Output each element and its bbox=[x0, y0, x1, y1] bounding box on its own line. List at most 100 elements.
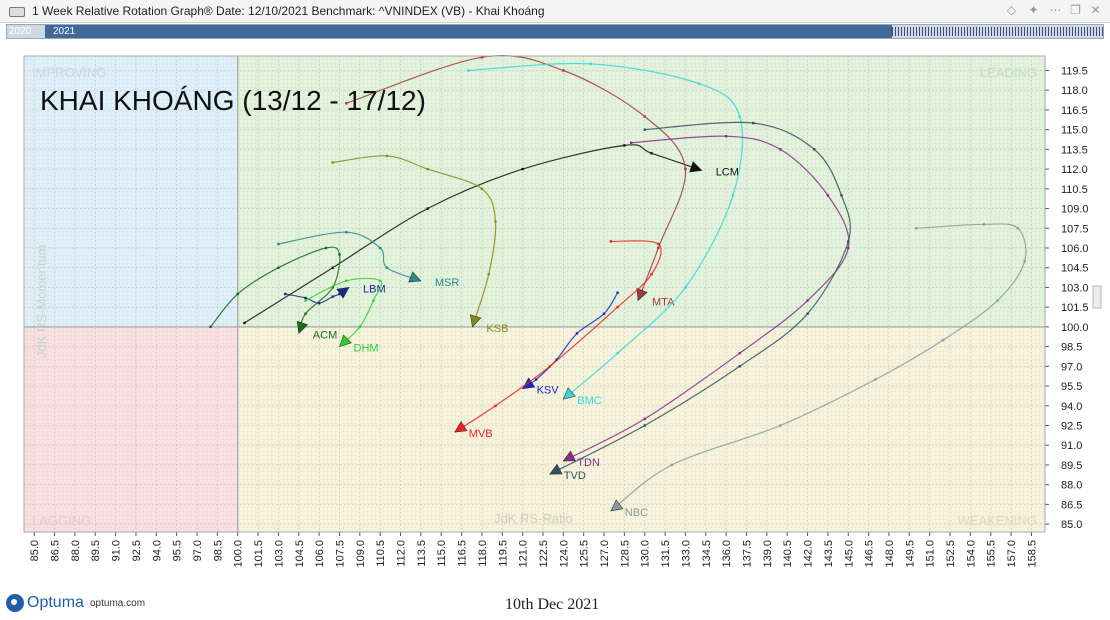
right-edge-handle[interactable] bbox=[1092, 285, 1102, 309]
chart-title: KHAI KHOÁNG (13/12 - 17/12) bbox=[40, 85, 426, 116]
y-tick-label: 118.0 bbox=[1061, 85, 1088, 97]
y-tick-label: 91.0 bbox=[1061, 440, 1082, 452]
x-tick-label: 125.5 bbox=[579, 540, 591, 568]
quadrant-label-leading: LEADING bbox=[980, 65, 1037, 80]
pin-icon[interactable]: ◇ bbox=[1004, 3, 1019, 18]
tail-point-bmc bbox=[697, 82, 701, 85]
tail-point-acm bbox=[324, 246, 328, 250]
tail-point-lbm bbox=[331, 295, 334, 298]
x-tick-label: 137.5 bbox=[742, 540, 754, 568]
window-dash-icon[interactable]: ⋯ bbox=[1048, 3, 1063, 18]
tail-point-tvd bbox=[813, 148, 816, 151]
tail-point-dhm bbox=[304, 299, 307, 302]
tail-point-nbc bbox=[914, 227, 918, 230]
y-tick-label: 85.0 bbox=[1061, 519, 1082, 531]
tail-point-nbc bbox=[1016, 227, 1020, 230]
y-tick-label: 106.0 bbox=[1061, 243, 1089, 255]
x-tick-label: 146.5 bbox=[864, 540, 876, 568]
x-tick-label: 106.0 bbox=[314, 540, 326, 568]
series-label-ksb: KSB bbox=[486, 323, 508, 335]
y-tick-label: 103.0 bbox=[1061, 282, 1089, 294]
x-tick-label: 115.0 bbox=[436, 540, 448, 567]
x-tick-label: 101.5 bbox=[253, 540, 265, 568]
tail-point-tvd bbox=[806, 312, 809, 315]
tail-point-tdn bbox=[806, 299, 809, 302]
tail-point-bmc bbox=[731, 194, 735, 197]
x-tick-label: 95.5 bbox=[172, 540, 184, 561]
series-label-tvd: TVD bbox=[564, 470, 586, 482]
y-tick-label: 89.5 bbox=[1061, 460, 1082, 472]
timeline-year-2021: 2021 bbox=[53, 26, 76, 37]
series-label-lcm: LCM bbox=[716, 166, 739, 178]
tail-point-lbm bbox=[304, 296, 307, 300]
tail-point-mvb bbox=[548, 365, 551, 368]
tail-point-nbc bbox=[1023, 259, 1026, 263]
x-tick-label: 155.5 bbox=[986, 540, 998, 568]
tail-point-tvd bbox=[643, 424, 646, 427]
tail-point-lcm bbox=[521, 167, 524, 171]
x-tick-label: 113.5 bbox=[416, 540, 428, 567]
x-tick-label: 112.0 bbox=[396, 540, 408, 567]
tail-point-mvb bbox=[650, 273, 653, 276]
tail-point-tvd bbox=[738, 365, 741, 368]
y-tick-label: 95.5 bbox=[1061, 381, 1082, 393]
x-tick-label: 145.0 bbox=[843, 540, 855, 568]
y-tick-label: 104.5 bbox=[1061, 263, 1089, 275]
timeline-scrollbar[interactable]: 2020 2021 bbox=[6, 24, 1104, 39]
tail-point-lcm bbox=[623, 144, 626, 147]
tail-point-tvd bbox=[847, 240, 850, 243]
tail-point-bmc bbox=[684, 286, 687, 289]
tail-point-bmc bbox=[589, 62, 592, 66]
tail-point-nbc bbox=[982, 223, 986, 226]
x-tick-label: 89.5 bbox=[90, 540, 102, 561]
tail-point-tdn bbox=[724, 135, 728, 138]
x-tick-label: 130.0 bbox=[640, 540, 652, 568]
tail-point-acm bbox=[236, 292, 239, 296]
x-tick-label: 94.0 bbox=[151, 540, 163, 561]
y-tick-label: 116.5 bbox=[1061, 105, 1088, 117]
footer-date: 10th Dec 2021 bbox=[505, 596, 600, 613]
tail-point-mta bbox=[562, 69, 565, 72]
close-icon[interactable]: ✕ bbox=[1088, 3, 1103, 18]
timeline-tail bbox=[892, 27, 1103, 36]
tail-point-bmc bbox=[738, 115, 741, 118]
tail-point-lcm bbox=[243, 321, 246, 325]
x-tick-label: 133.0 bbox=[680, 540, 692, 568]
quadrant-label-lagging: LAGGING bbox=[32, 513, 91, 528]
restore-icon[interactable]: ❐ bbox=[1068, 3, 1083, 18]
tail-point-mta bbox=[684, 167, 687, 171]
tail-point-acm bbox=[304, 312, 307, 315]
optuma-logo-icon bbox=[6, 594, 24, 612]
x-tick-label: 140.5 bbox=[782, 540, 794, 568]
tail-point-dhm bbox=[358, 325, 362, 329]
x-tick-label: 143.5 bbox=[823, 540, 835, 568]
x-tick-label: 131.5 bbox=[660, 540, 672, 568]
pushpin-icon[interactable]: ✦ bbox=[1026, 3, 1041, 18]
timeline-selected-range[interactable] bbox=[45, 25, 892, 38]
tail-point-tdn bbox=[629, 141, 633, 144]
optuma-brand: Optuma bbox=[27, 594, 84, 611]
tail-point-ksb bbox=[426, 167, 429, 171]
series-label-mta: MTA bbox=[652, 297, 675, 309]
tail-point-ksv bbox=[602, 312, 606, 315]
x-tick-label: 158.5 bbox=[1026, 540, 1038, 568]
series-label-lbm: LBM bbox=[363, 283, 386, 295]
y-tick-label: 92.5 bbox=[1061, 420, 1082, 432]
y-tick-label: 113.5 bbox=[1061, 144, 1088, 156]
y-axis-label: JdK RS-Momentum bbox=[34, 245, 49, 358]
x-tick-label: 118.0 bbox=[477, 540, 489, 567]
y-tick-label: 86.5 bbox=[1061, 499, 1082, 511]
title-bar: 1 Week Relative Rotation Graph® Date: 12… bbox=[0, 0, 1110, 23]
x-tick-label: 134.5 bbox=[701, 540, 713, 568]
tail-point-tdn bbox=[847, 246, 850, 250]
x-tick-label: 116.5 bbox=[457, 540, 469, 567]
series-label-ksv: KSV bbox=[537, 385, 560, 397]
window-title: 1 Week Relative Rotation Graph® Date: 12… bbox=[32, 4, 545, 18]
tail-point-ksb bbox=[487, 273, 490, 276]
tail-point-lcm bbox=[426, 207, 429, 210]
x-tick-label: 149.5 bbox=[904, 540, 916, 568]
rrg-chart[interactable]: IMPROVING LEADING LAGGING WEAKENING JdK … bbox=[0, 40, 1110, 588]
tail-point-ksb bbox=[494, 220, 497, 223]
x-tick-label: 110.5 bbox=[375, 540, 387, 567]
tail-point-acm bbox=[209, 325, 212, 329]
